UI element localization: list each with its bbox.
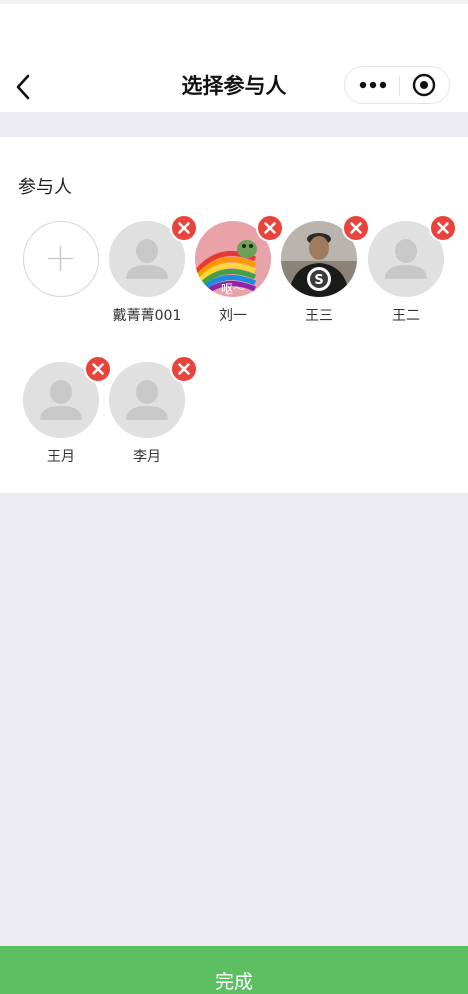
more-button[interactable] <box>345 67 399 103</box>
participants-label: 参与人 <box>18 177 72 198</box>
mini-program-capsule <box>344 66 450 104</box>
participant-name: 李月 <box>133 449 161 465</box>
remove-participant-button[interactable] <box>429 214 457 242</box>
remove-participant-button[interactable] <box>256 214 284 242</box>
close-mini-program-button[interactable] <box>401 67 449 103</box>
participant-name: 戴菁菁001 <box>112 308 182 324</box>
participant-name: 刘一 <box>219 308 247 324</box>
done-button[interactable]: 完成 <box>0 946 468 994</box>
remove-participant-button[interactable] <box>84 355 112 383</box>
close-icon <box>264 222 276 234</box>
plus-icon <box>48 246 73 271</box>
participants-card: 参与人 戴菁菁001 呕～ 刘一 S 王三 王二 王月 李月 <box>0 137 468 493</box>
capsule-divider <box>399 76 400 96</box>
close-icon <box>178 222 190 234</box>
remove-participant-button[interactable] <box>170 214 198 242</box>
status-strip <box>0 0 468 4</box>
remove-participant-button[interactable] <box>170 355 198 383</box>
add-participant-button[interactable] <box>23 221 99 297</box>
remove-participant-button[interactable] <box>342 214 370 242</box>
close-icon <box>178 363 190 375</box>
close-icon <box>92 363 104 375</box>
navigation-bar: 选择参与人 <box>0 0 468 112</box>
svg-text:S: S <box>314 273 323 288</box>
participant-name: 王二 <box>392 308 420 324</box>
more-dots-icon <box>359 81 387 89</box>
participant-name: 王三 <box>305 308 333 324</box>
close-icon <box>350 222 362 234</box>
close-icon <box>437 222 449 234</box>
target-circle-icon <box>412 73 436 97</box>
participant-name: 王月 <box>47 449 75 465</box>
avatar-overlay-text: 呕～ <box>221 282 245 296</box>
